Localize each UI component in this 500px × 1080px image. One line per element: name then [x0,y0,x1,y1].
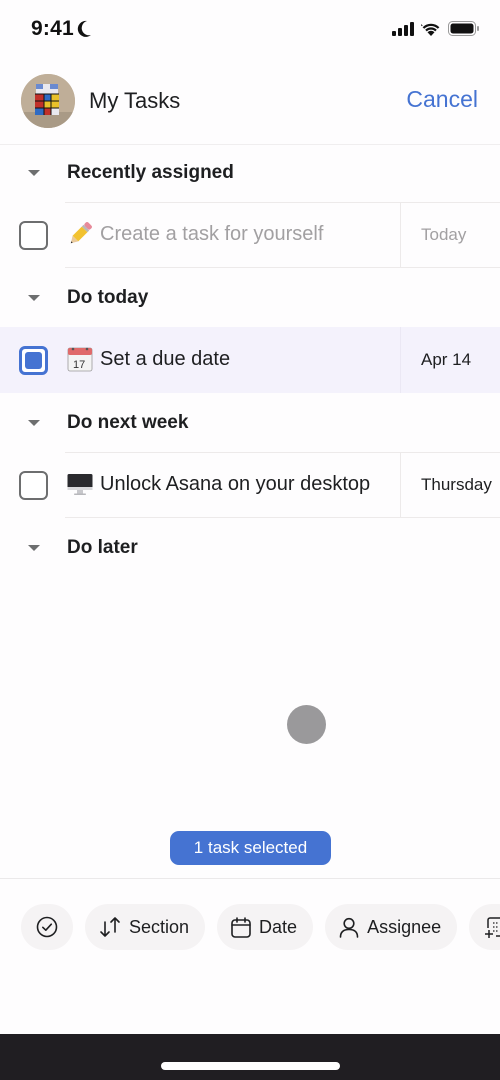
task-row[interactable]: Create a task for yourself Today [0,202,500,268]
section-header-recently-assigned[interactable]: Recently assigned [0,144,500,202]
set-date-button[interactable]: Date [217,904,314,950]
selection-count-badge: 1 task selected [170,831,331,865]
section-title: Do later [67,537,138,558]
battery-icon [448,21,479,36]
status-bar: 9:41 [0,0,500,60]
toolbar-divider [0,878,500,879]
section-title: Recently assigned [67,162,234,183]
moon-icon [77,20,91,37]
caret-down-icon[interactable] [28,170,40,176]
section-header-do-today[interactable]: Do today [0,269,500,327]
task-name[interactable]: Set a due date [100,348,230,371]
task-row-selected[interactable]: 17 Set a due date Apr 14 [0,327,500,393]
task-name-input[interactable]: Create a task for yourself [100,223,323,246]
status-time: 9:41 [31,17,74,40]
move-section-button[interactable]: Section [85,904,206,950]
row-divider [65,452,500,453]
avatar[interactable] [21,74,75,128]
task-row[interactable]: Unlock Asana on your desktop Thursday [0,452,500,518]
row-divider [65,202,500,203]
task-name[interactable]: Unlock Asana on your desktop [100,473,370,496]
touch-indicator [287,705,326,744]
add-to-project-button[interactable] [469,904,500,950]
section-button-label: Section [129,916,190,937]
task-checkbox-selected[interactable] [19,346,48,375]
mark-complete-button[interactable] [21,904,73,950]
column-divider [400,327,401,393]
sort-arrows-icon [100,917,120,937]
caret-down-icon[interactable] [28,420,40,426]
header: My Tasks Cancel [0,70,500,134]
task-due-date[interactable]: Today [421,225,466,245]
section-header-do-later[interactable]: Do later [0,519,500,577]
pencil-icon [70,222,92,244]
add-project-icon [485,917,500,938]
calendar-icon: 17 [67,347,93,372]
task-checkbox[interactable] [19,471,48,500]
wifi-icon [421,23,440,36]
column-divider [400,202,401,268]
page-title: My Tasks [89,88,181,113]
cellular-signal-icon [392,21,414,36]
desktop-computer-icon [67,474,93,495]
caret-down-icon[interactable] [28,545,40,551]
set-assignee-button[interactable]: Assignee [325,904,458,950]
caret-down-icon[interactable] [28,295,40,301]
svg-text:17: 17 [73,359,85,371]
avatar-rubiks-cube-icon [21,74,75,128]
column-divider [400,452,401,518]
row-divider [65,267,500,268]
home-indicator[interactable] [161,1062,340,1070]
task-checkbox[interactable] [19,221,48,250]
cancel-button[interactable]: Cancel [406,86,478,113]
calendar-outline-icon [231,916,251,938]
date-button-label: Date [259,916,298,937]
person-icon [339,917,359,938]
home-indicator-bar [0,1034,500,1080]
section-header-do-next-week[interactable]: Do next week [0,394,500,452]
task-due-date[interactable]: Thursday [421,475,492,495]
row-divider [65,517,500,518]
check-circle-icon [36,916,58,938]
assignee-button-label: Assignee [367,916,442,937]
section-title: Do next week [67,412,189,433]
task-due-date[interactable]: Apr 14 [421,350,471,370]
bulk-action-toolbar: Section Date Assignee [21,904,500,950]
section-title: Do today [67,287,149,308]
status-icons [392,21,480,36]
